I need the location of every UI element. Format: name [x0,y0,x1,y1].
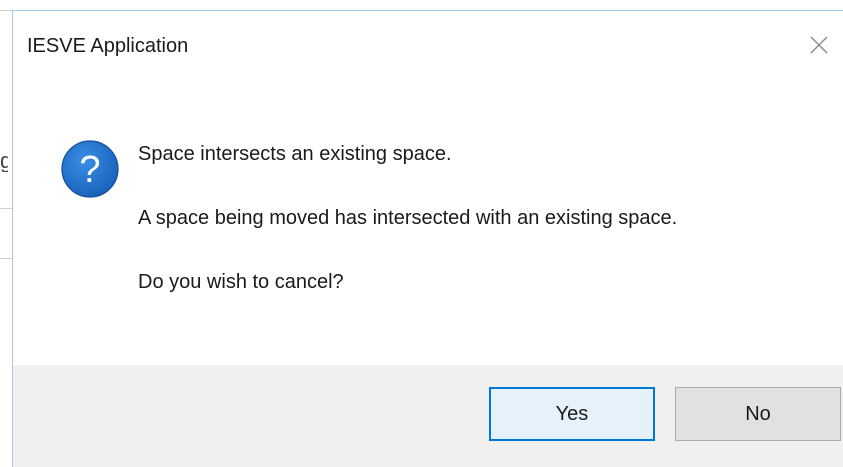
close-icon [810,36,828,54]
dialog-button-bar: Yes No [13,365,843,467]
background-divider [0,258,12,259]
message-heading: Space intersects an existing space. [138,143,452,165]
no-button[interactable]: No [675,387,841,441]
screen: g IESVE Application ? Space intersects a… [0,0,843,467]
close-button[interactable] [803,29,835,61]
background-divider [0,10,12,11]
dialog-title: IESVE Application [27,35,189,57]
dialog-titlebar[interactable]: IESVE Application [13,11,843,83]
background-divider [0,208,12,209]
message-detail: A space being moved has intersected with… [138,207,678,229]
background-application: g [0,0,12,467]
background-partial-text: g [0,150,8,172]
yes-button[interactable]: Yes [489,387,655,441]
question-glyph: ? [79,149,100,191]
question-icon: ? [61,140,119,198]
message-prompt: Do you wish to cancel? [138,271,344,293]
message-dialog: IESVE Application ? Space intersects an … [12,10,843,467]
dialog-content: ? Space intersects an existing space. A … [13,83,843,365]
